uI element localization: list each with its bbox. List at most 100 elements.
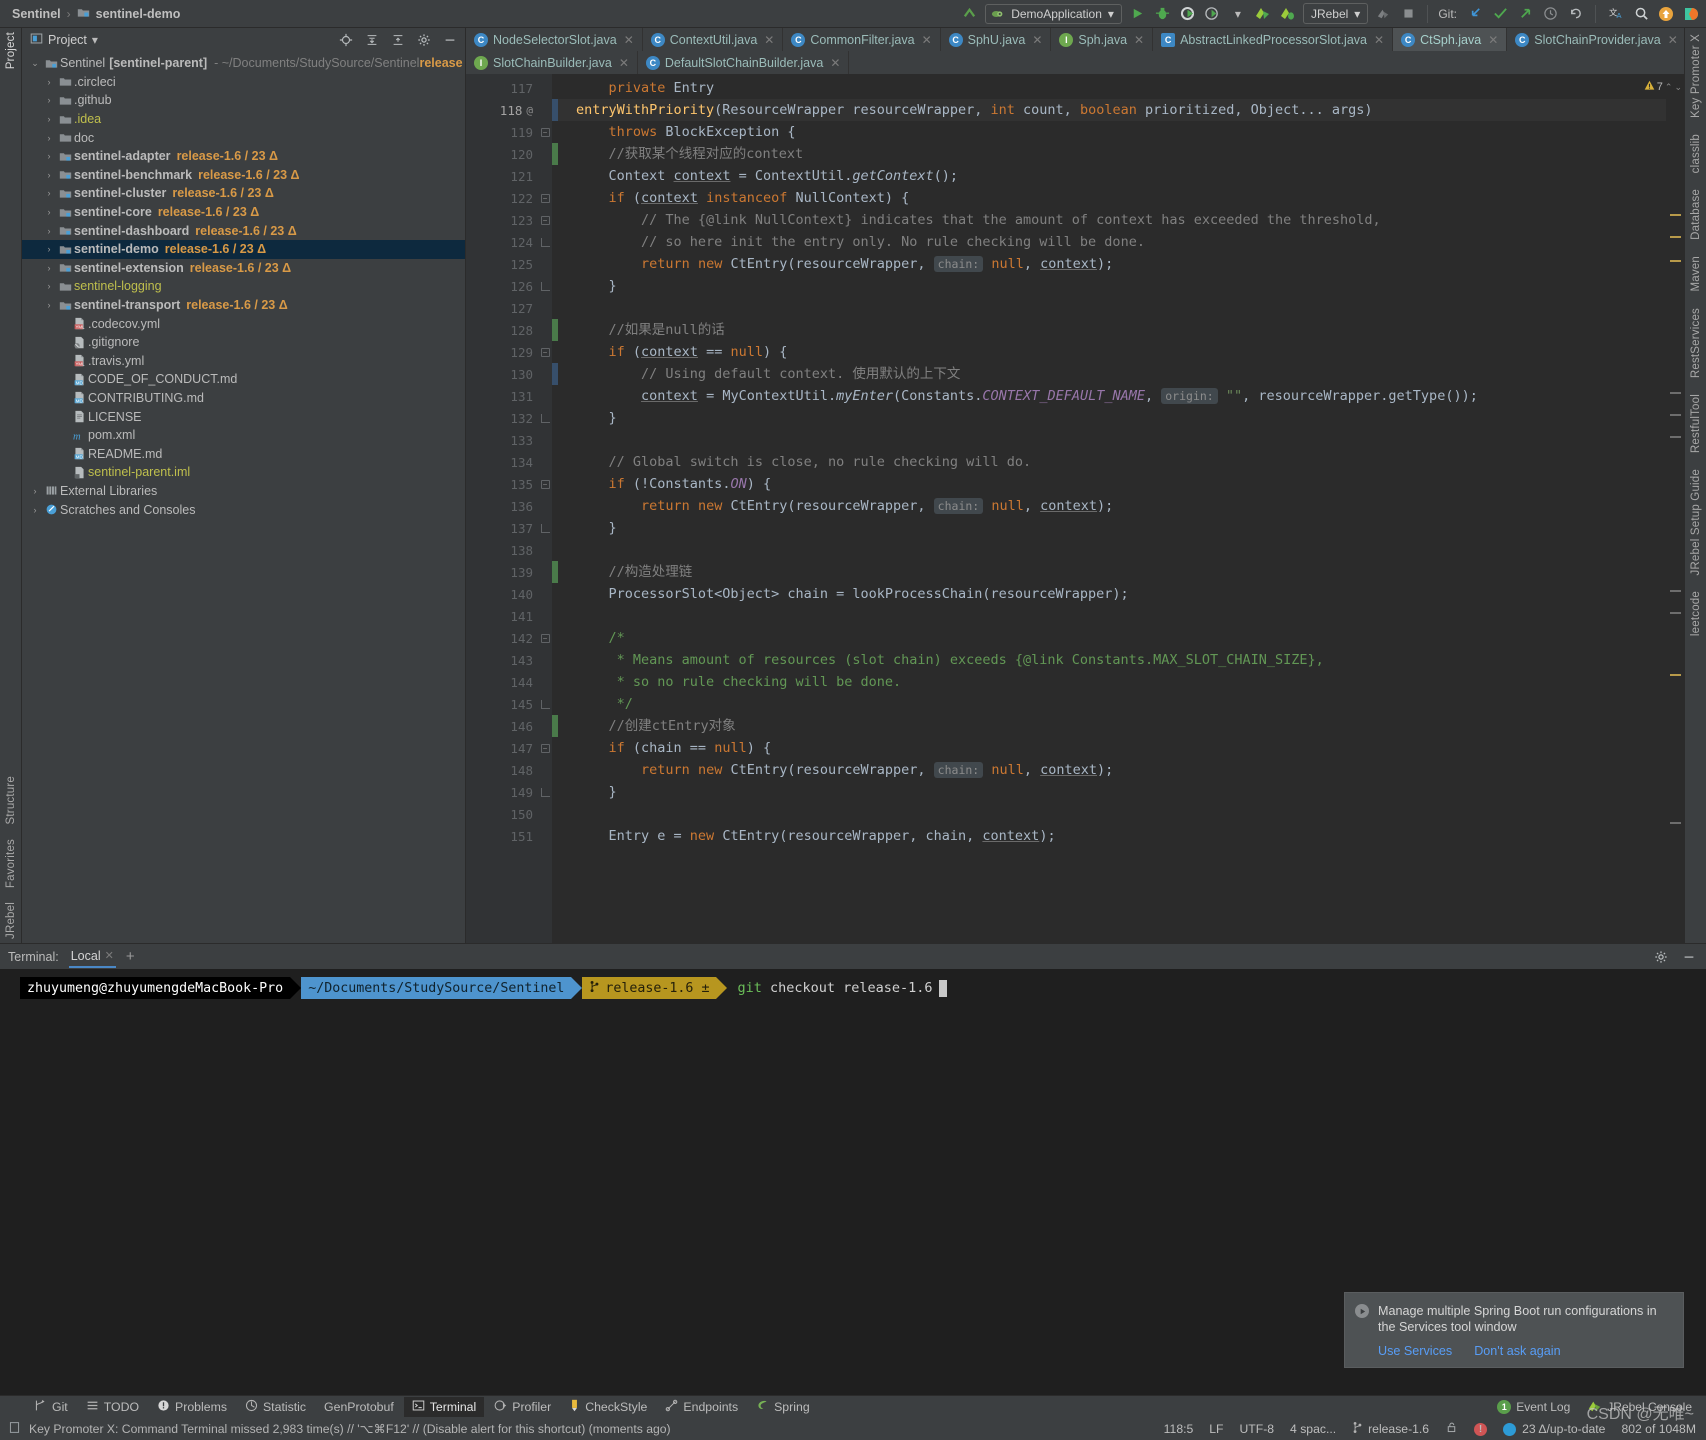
line-number[interactable]: 128: [466, 319, 538, 341]
editor-tab[interactable]: C DefaultSlotChainBuilder.java ✕: [638, 51, 850, 74]
add-terminal-tab-icon[interactable]: +: [126, 949, 135, 964]
tree-row-root[interactable]: ⌄ Sentinel [sentinel-parent] - ~/Documen…: [22, 54, 465, 73]
tree-row[interactable]: › sentinel-demo release-1.6 / 23 Δ: [22, 239, 465, 259]
line-number[interactable]: 129: [466, 341, 538, 363]
close-icon[interactable]: ✕: [1134, 33, 1144, 47]
chevron-right-icon[interactable]: ›: [42, 95, 56, 105]
translate-icon[interactable]: 文A: [1607, 5, 1625, 23]
code-line[interactable]: if (context instanceof NullContext) {: [558, 187, 1666, 209]
git-push-icon[interactable]: [1516, 5, 1534, 23]
fold-markers-gutter[interactable]: − − − − − − −: [538, 74, 552, 943]
rail-item-structure[interactable]: Structure: [5, 776, 17, 824]
rail-item-leetcode[interactable]: leetcode: [1690, 591, 1702, 636]
code-line[interactable]: // so here init the entry only. No rule …: [558, 231, 1666, 253]
caret-position[interactable]: 118:5: [1164, 1422, 1194, 1436]
stripe-warning-mark[interactable]: [1670, 260, 1681, 262]
editor-tab[interactable]: I Sph.java ✕: [1051, 28, 1154, 51]
line-number[interactable]: 119: [466, 121, 538, 143]
close-icon[interactable]: ✕: [764, 33, 774, 47]
dont-ask-again-link[interactable]: Don't ask again: [1474, 1344, 1560, 1358]
profile-icon[interactable]: [1204, 5, 1222, 23]
rail-item-restfultool[interactable]: RestfulTool: [1690, 394, 1702, 453]
code-line[interactable]: if (chain == null) {: [558, 737, 1666, 759]
tree-row[interactable]: MD CONTRIBUTING.md: [22, 389, 465, 408]
rail-item-favorites[interactable]: Favorites: [5, 839, 17, 888]
stripe-warning-mark[interactable]: [1670, 214, 1681, 216]
line-number[interactable]: 151: [466, 825, 538, 847]
code-line[interactable]: ProcessorSlot<Object> chain = lookProces…: [558, 583, 1666, 605]
editor-tab[interactable]: I SlotChainBuilder.java ✕: [466, 51, 638, 74]
line-separator[interactable]: LF: [1209, 1422, 1223, 1436]
stripe-info-mark[interactable]: [1670, 590, 1681, 592]
line-number[interactable]: 139: [466, 561, 538, 583]
indent-setting[interactable]: 4 spac...: [1290, 1422, 1336, 1436]
tool-window-button-spring[interactable]: Spring: [748, 1397, 818, 1417]
use-services-link[interactable]: Use Services: [1378, 1344, 1452, 1358]
tool-window-button-problems[interactable]: Problems: [149, 1397, 235, 1417]
search-icon[interactable]: [1632, 5, 1650, 23]
fold-marker[interactable]: −: [538, 209, 552, 231]
code-line[interactable]: }: [558, 407, 1666, 429]
stripe-warning-mark[interactable]: [1670, 236, 1681, 238]
tree-row[interactable]: YML .travis.yml: [22, 352, 465, 371]
editor-tab[interactable]: C SphU.java ✕: [941, 28, 1052, 51]
memory-indicator[interactable]: 802 of 1048M: [1621, 1422, 1696, 1436]
line-number[interactable]: 117: [466, 77, 538, 99]
fold-marker[interactable]: −: [538, 121, 552, 143]
tree-row[interactable]: MD CODE_OF_CONDUCT.md: [22, 370, 465, 389]
code-line[interactable]: // Using default context. 使用默认的上下文: [558, 363, 1666, 385]
notification-popup[interactable]: Manage multiple Spring Boot run configur…: [1344, 1292, 1684, 1368]
tool-window-button-profiler[interactable]: Profiler: [486, 1397, 559, 1417]
gear-icon[interactable]: [415, 31, 433, 49]
code-text[interactable]: private Entry entryWithPriority(ResourceW…: [558, 74, 1666, 943]
stripe-info-mark[interactable]: [1670, 436, 1681, 438]
chevron-right-icon[interactable]: ›: [42, 77, 56, 87]
tree-row-scratches[interactable]: › Scratches and Consoles: [22, 500, 465, 519]
stripe-info-mark[interactable]: [1670, 822, 1681, 824]
code-line[interactable]: * so no rule checking will be done.: [558, 671, 1666, 693]
jrebel-status-widget[interactable]: 23 Δ/up-to-date: [1503, 1422, 1605, 1436]
line-number[interactable]: 146: [466, 715, 538, 737]
rail-item-database[interactable]: Database: [1690, 189, 1702, 240]
code-line[interactable]: context = MyContextUtil.myEnter(Constant…: [558, 385, 1666, 407]
line-number[interactable]: 124: [466, 231, 538, 253]
jrebel-debug-icon[interactable]: [1279, 5, 1297, 23]
git-commit-icon[interactable]: [1491, 5, 1509, 23]
close-icon[interactable]: ✕: [624, 33, 634, 47]
chevron-right-icon[interactable]: ›: [28, 486, 42, 496]
tree-row[interactable]: › .idea: [22, 110, 465, 129]
fold-marker[interactable]: −: [538, 187, 552, 209]
code-line[interactable]: }: [558, 517, 1666, 539]
line-number[interactable]: 118 @: [466, 99, 538, 121]
file-encoding[interactable]: UTF-8: [1240, 1422, 1275, 1436]
tool-window-button-git[interactable]: Git: [26, 1397, 76, 1417]
status-message[interactable]: Key Promoter X: Command Terminal missed …: [29, 1422, 671, 1436]
notification-bell-icon[interactable]: [8, 1421, 21, 1437]
code-line[interactable]: [558, 605, 1666, 627]
chevron-right-icon[interactable]: ›: [42, 170, 56, 180]
terminal-tab-local[interactable]: Local ✕: [68, 946, 116, 968]
tree-row[interactable]: › .circleci: [22, 73, 465, 92]
line-number[interactable]: 138: [466, 539, 538, 561]
editor-tab[interactable]: C CtSph.java ✕: [1393, 28, 1508, 51]
chevron-right-icon[interactable]: ›: [42, 263, 56, 273]
chevron-right-icon[interactable]: ›: [42, 114, 56, 124]
tree-row[interactable]: › sentinel-benchmark release-1.6 / 23 Δ: [22, 166, 465, 185]
close-icon[interactable]: ✕: [619, 56, 629, 70]
code-line[interactable]: [558, 803, 1666, 825]
tool-window-button-genprotobuf[interactable]: GenProtobuf: [316, 1398, 402, 1416]
breadcrumb-root[interactable]: Sentinel: [12, 7, 61, 21]
tool-window-button-terminal[interactable]: Terminal: [403, 1397, 485, 1417]
chevron-right-icon[interactable]: ›: [42, 133, 56, 143]
stripe-info-mark[interactable]: [1670, 414, 1681, 416]
code-line[interactable]: throws BlockException {: [558, 121, 1666, 143]
code-line[interactable]: private Entry: [558, 77, 1666, 99]
tree-row[interactable]: › sentinel-logging: [22, 277, 465, 296]
project-tree[interactable]: ⌄ Sentinel [sentinel-parent] - ~/Documen…: [22, 52, 465, 943]
rail-item-maven[interactable]: Maven: [1690, 256, 1702, 292]
line-number[interactable]: 123: [466, 209, 538, 231]
rail-item-jrebel[interactable]: JRebel: [5, 902, 17, 939]
run-configuration-selector[interactable]: DemoApplication ▾: [985, 3, 1122, 24]
tree-row[interactable]: .gitignore: [22, 333, 465, 352]
line-number[interactable]: 135: [466, 473, 538, 495]
